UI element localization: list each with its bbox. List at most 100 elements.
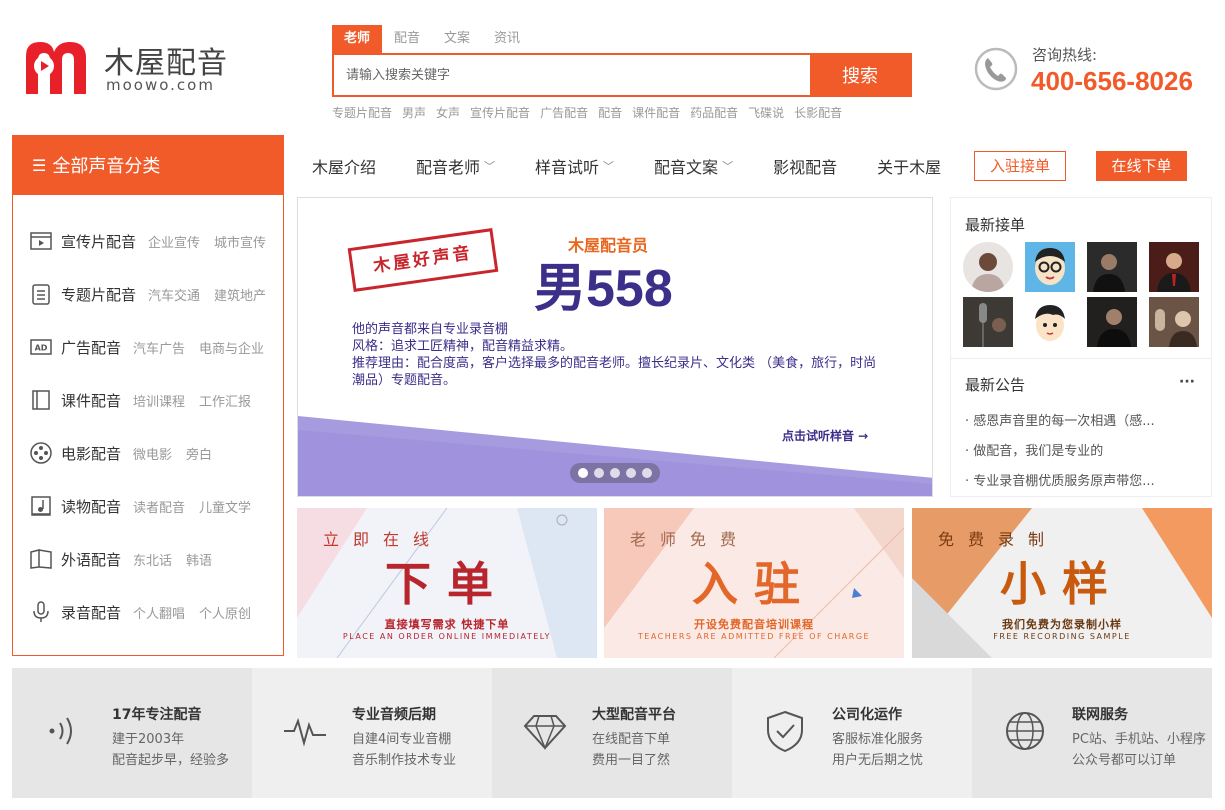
category-item-promo[interactable]: 宣传片配音 企业宣传 城市宣传 [29,226,280,256]
category-sub[interactable]: 微电影 [133,444,172,463]
category-sub[interactable]: 建筑地产 [214,285,266,304]
carousel-dots [570,463,660,483]
avatar[interactable] [963,297,1013,347]
order-online-button[interactable]: 在线下单 [1096,151,1187,181]
hot-word[interactable]: 课件配音 [632,104,680,121]
promo-big-text: 入驻 [692,557,816,611]
nav-item-teachers[interactable]: 配音老师 ﹀ [416,154,495,178]
search-input[interactable] [334,55,810,95]
hero-banner[interactable]: 木屋好声音 木屋配音员 男558 他的声音都来自专业录音棚 风格：追求工匠精神，… [297,197,933,497]
category-item-ad[interactable]: AD 广告配音 汽车广告 电商与企业 [29,332,278,362]
phone-icon [974,47,1018,91]
search-tab-news[interactable]: 资讯 [482,25,532,53]
hot-word[interactable]: 广告配音 [540,104,588,121]
hot-word[interactable]: 专题片配音 [332,104,392,121]
avatar[interactable] [1025,242,1075,292]
nav-item-about-us[interactable]: 关于木屋 [877,154,941,178]
promo-tile-join[interactable]: 老师免费 入驻 开设免费配音培训课程 TEACHERS ARE ADMITTED… [604,508,904,658]
avatar[interactable] [1087,297,1137,347]
features-bar: 17年专注配音 建于2003年 配音起步早，经验多 专业音频后期 自建4间专业音… [12,668,1212,798]
avatar[interactable] [1149,242,1199,292]
hot-word[interactable]: 飞碟说 [748,104,784,121]
more-icon[interactable]: ··· [1179,374,1195,390]
carousel-dot[interactable] [594,468,604,478]
promo-tile-order[interactable]: 立即在线 下单 直接填写需求 快捷下单 PLACE AN ORDER ONLIN… [297,508,597,658]
category-sub[interactable]: 韩语 [186,550,212,569]
diamond-icon [523,715,567,750]
category-sub[interactable]: 东北话 [133,550,172,569]
category-label: 录音配音 [61,603,122,622]
search-tab-script[interactable]: 文案 [432,25,482,53]
carousel-dot[interactable] [642,468,652,478]
join-button[interactable]: 入驻接单 [974,151,1066,181]
category-item-foreign[interactable]: 外语配音 东北话 韩语 [29,544,226,574]
category-item-courseware[interactable]: 课件配音 培训课程 工作汇报 [29,385,265,415]
category-item-special[interactable]: 专题片配音 汽车交通 建筑地产 [29,279,280,309]
category-label: 读物配音 [61,497,122,516]
hotline-label: 咨询热线: [1032,46,1098,64]
carousel-dot[interactable] [626,468,636,478]
promo-cn-text: 开设免费配音培训课程 [694,618,814,631]
nav-item-about-moowo[interactable]: 木屋介绍 [312,154,376,178]
nav-item-samples[interactable]: 样音试听 ﹀ [535,154,614,178]
nav-item-film[interactable]: 影视配音 [773,154,837,178]
listen-sample-link[interactable]: 点击试听样音 → [782,427,868,444]
category-sub[interactable]: 培训课程 [133,391,185,410]
promo-top-text: 立即在线 [323,530,444,549]
carousel-dot[interactable] [610,468,620,478]
category-sub[interactable]: 工作汇报 [199,391,251,410]
hot-word[interactable]: 女声 [436,104,460,121]
category-header[interactable]: ☰ 全部声音分类 [12,135,284,195]
globe-icon [1006,712,1044,750]
hot-word[interactable]: 长影配音 [794,104,842,121]
search-box: 搜索 [332,53,912,97]
announcement-item[interactable]: · 感恩声音里的每一次相遇（感... [965,410,1155,429]
search-button[interactable]: 搜索 [810,55,910,95]
category-sub[interactable]: 个人原创 [199,603,251,622]
announcement-item[interactable]: · 专业录音棚优质服务原声带您... [965,470,1155,489]
promo-top-text: 免费录制 [938,530,1059,549]
category-sub[interactable]: 企业宣传 [148,232,200,251]
pulse-icon [284,717,326,747]
banner-voice-name: 男558 [534,260,673,318]
category-sub[interactable]: 读者配音 [133,497,185,516]
category-item-movie[interactable]: 电影配音 微电影 旁白 [29,438,226,468]
category-item-reading[interactable]: 读物配音 读者配音 儿童文学 [29,491,265,521]
category-sub[interactable]: 电商与企业 [199,338,264,357]
site-logo[interactable]: 木屋配音 moowo.com [22,36,232,100]
hot-word[interactable]: 宣传片配音 [470,104,530,121]
category-sub[interactable]: 汽车广告 [133,338,185,357]
banner-description: 他的声音都来自专业录音棚 风格：追求工匠精神，配音精益求精。 推荐理由：配合度高… [352,322,877,388]
search-tab-teacher[interactable]: 老师 [332,25,383,53]
category-sub[interactable]: 汽车交通 [148,285,200,304]
feature-line: 音乐制作技术专业 [352,753,457,768]
category-sub[interactable]: 旁白 [186,444,212,463]
document-icon [32,284,50,305]
avatar[interactable] [1087,242,1137,292]
feature-item: 联网服务 PC站、手机站、小程序 公众号都可以订单 [972,668,1212,798]
nav-item-scripts[interactable]: 配音文案 ﹀ [654,154,733,178]
avatar[interactable] [1025,297,1075,347]
feature-line: 客服标准化服务 [832,732,924,747]
hotline-number: 400-656-8026 [1031,66,1193,96]
category-item-recording[interactable]: 录音配音 个人翻唱 个人原创 [29,597,265,627]
search-tab-dubbing[interactable]: 配音 [382,25,432,53]
hot-word[interactable]: 男声 [402,104,426,121]
hot-word[interactable]: 药品配音 [690,104,738,121]
side-panel: 最新接单 最新公告 ··· · 感恩声音里的每一次相遇（感... · 做配音，我… [950,197,1212,497]
feature-item: 专业音频后期 自建4间专业音棚 音乐制作技术专业 [252,668,492,798]
hot-word[interactable]: 配音 [598,104,622,121]
avatar[interactable] [963,242,1013,292]
promo-tile-sample[interactable]: 免费录制 小样 我们免费为您录制小样 FREE RECORDING SAMPLE [912,508,1212,658]
category-sub[interactable]: 儿童文学 [199,497,251,516]
promo-big-text: 小样 [1000,557,1124,611]
announcement-item[interactable]: · 做配音，我们是专业的 [965,440,1103,459]
category-sub[interactable]: 个人翻唱 [133,603,185,622]
category-sub[interactable]: 城市宣传 [214,232,266,251]
carousel-dot[interactable] [578,468,588,478]
film-reel-icon [30,442,52,464]
sound-wave-icon [49,717,72,745]
feature-title: 联网服务 [1072,707,1128,723]
avatar[interactable] [1149,297,1199,347]
feature-item: 17年专注配音 建于2003年 配音起步早，经验多 [12,668,252,798]
